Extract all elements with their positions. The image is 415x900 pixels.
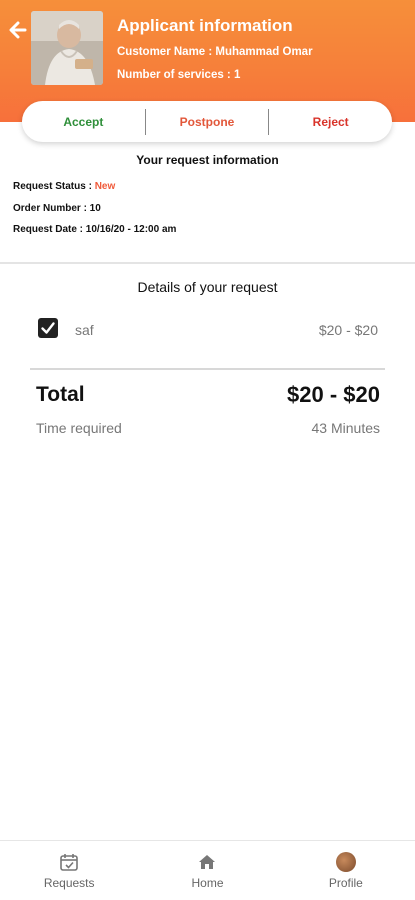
home-icon [199,854,216,869]
service-price: $20 - $20 [318,322,378,338]
number-of-services: Number of services : 1 [117,69,241,81]
calendar-check-icon [60,853,78,871]
nav-item-profile[interactable]: Profile [277,841,415,900]
request-status-label: Request Status : [13,181,95,192]
nav-label-requests: Requests [43,875,95,890]
check-icon [41,322,55,334]
action-bar: Accept Postpone Reject [22,101,392,142]
accept-button[interactable]: Accept [22,115,145,129]
arrow-left-icon[interactable] [9,20,27,40]
reject-button[interactable]: Reject [269,115,392,129]
profile-avatar [335,851,356,872]
service-name: saf [75,322,94,338]
status-badge: New [94,181,116,192]
total-label: Total [36,383,85,406]
customer-name: Customer Name : Muhammad Omar [117,46,313,58]
header-title: Applicant information [117,16,293,35]
details-title: Details of your request [137,279,278,295]
service-checkbox[interactable] [38,318,58,338]
applicant-photo [31,11,103,85]
nav-item-home[interactable]: Home [138,841,276,900]
request-date: Request Date : 10/16/20 - 12:00 am [13,224,177,235]
section-divider [0,262,415,264]
bottom-nav: Requests Home Profile [0,840,415,900]
request-status: Request Status : New [13,181,115,192]
nav-item-requests[interactable]: Requests [0,841,138,900]
nav-label-profile: Profile [328,875,363,890]
postpone-button[interactable]: Postpone [146,115,269,129]
total-divider [30,368,385,370]
order-number: Order Number : 10 [13,203,101,214]
nav-label-home: Home [191,875,224,890]
total-value: $20 - $20 [287,382,380,407]
time-required-label: Time required [36,420,122,436]
time-required-value: 43 Minutes [311,420,380,436]
request-info-title: Your request information [136,153,279,167]
